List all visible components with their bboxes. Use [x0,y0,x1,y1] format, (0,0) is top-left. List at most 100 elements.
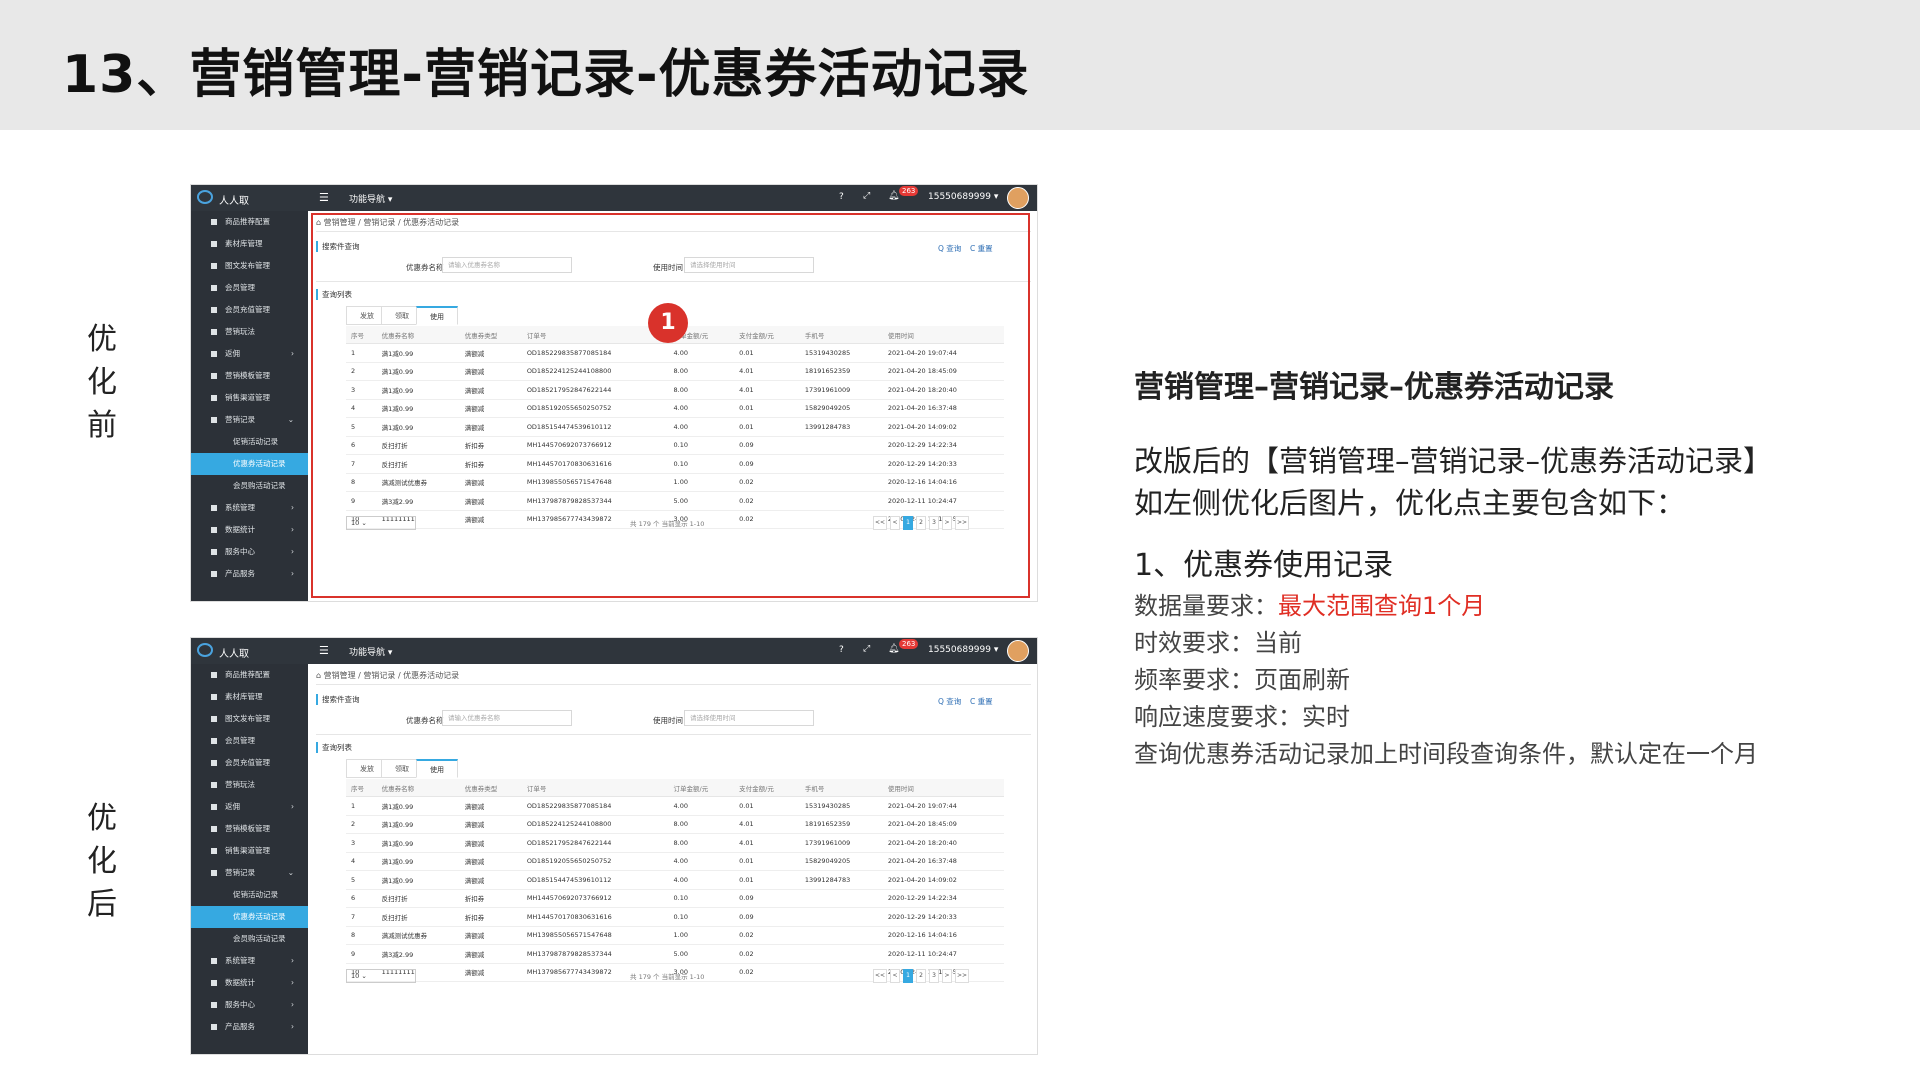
table-cell: 18191652359 [799,815,883,834]
slide-title: 13、营销管理-营销记录-优惠券活动记录 [62,45,1030,105]
sidebar-item-label: 返佣 [225,802,240,811]
bell-icon[interactable]: 🔔︎ [888,644,899,654]
page-button[interactable]: > [942,969,952,983]
sidebar: 商品推荐配置素材库管理图文发布管理 会员管理 会员充值管理营销玩法返佣 › 营销模板管理… [191,211,308,601]
user-menu[interactable]: 15550689999 ▾ [928,192,998,202]
sidebar-subitem[interactable]: 促销活动记录 [191,884,308,906]
sidebar-item[interactable]: 营销模板管理 [191,818,308,840]
sidebar-item[interactable]: 素材库管理 [191,233,308,255]
page-button[interactable]: < [890,969,900,983]
table-cell: 4.01 [734,815,800,834]
table-cell: 2 [346,815,377,834]
table-row: 3 满1减0.99 满额减 OD185217952847622144 8.00 4.01 1… [346,833,1004,853]
sidebar-item-label: 营销玩法 [225,327,255,336]
sidebar-item-label: 素材库管理 [225,239,263,248]
sidebar-item[interactable]: 素材库管理 [191,686,308,708]
page-button[interactable]: >> [955,969,969,983]
function-nav-menu[interactable]: 功能导航 ▾ [349,192,392,205]
menu-item-icon [211,417,217,423]
table-cell: 0.09 [734,889,800,908]
reset-button[interactable]: C 重置 [970,696,993,707]
table-cell: 满3减2.99 [376,944,460,964]
sidebar-item[interactable]: 营销记录 ⌄ [191,409,308,431]
sidebar-item[interactable]: 系统管理 › [191,950,308,972]
slide-header: 13、营销管理-营销记录-优惠券活动记录 [0,0,1920,130]
sidebar-item[interactable]: 数据统计 › [191,972,308,994]
table-cell [799,889,883,908]
sidebar-subitem[interactable]: 优惠券活动记录 [191,906,308,928]
sidebar-item[interactable]: 会员管理 [191,277,308,299]
menu-toggle-icon[interactable]: ☰ [319,644,329,657]
table-cell: 4 [346,852,377,871]
sidebar-item[interactable]: 图文发布管理 [191,708,308,730]
sidebar-subitem[interactable]: 会员购活动记录 [191,928,308,950]
sidebar-item[interactable]: 产品服务 › [191,563,308,585]
sidebar-item[interactable]: 系统管理 › [191,497,308,519]
chevron-icon: › [291,503,294,512]
tab-use[interactable]: 使用 [416,759,458,778]
chevron-icon: › [291,547,294,556]
sidebar-item[interactable]: 营销记录 ⌄ [191,862,308,884]
sidebar-item[interactable]: 服务中心 › [191,994,308,1016]
sidebar-subitem[interactable]: 会员购活动记录 [191,475,308,497]
sidebar-item[interactable]: 返佣 › [191,796,308,818]
table-cell: 满额减 [459,870,522,890]
user-menu[interactable]: 15550689999 ▾ [928,645,998,655]
page-size-select[interactable]: 10 ⌄ [346,969,416,983]
menu-item-icon [211,527,217,533]
sidebar-item-label: 营销模板管理 [225,824,270,833]
sidebar-item-label: 销售渠道管理 [225,393,270,402]
sidebar-item-label: 会员管理 [225,736,255,745]
menu-item-icon [211,738,217,744]
sidebar-item[interactable]: 数据统计 › [191,519,308,541]
sidebar-item-label: 数据统计 [225,978,255,987]
menu-toggle-icon[interactable]: ☰ [319,191,329,204]
query-button[interactable]: Q 查询 [938,696,961,707]
table-cell: 0.01 [734,870,800,890]
sidebar-item[interactable]: 会员充值管理 [191,299,308,321]
page-button[interactable]: 1 [903,969,913,983]
chevron-icon: › [291,349,294,358]
chevron-icon: › [291,1000,294,1009]
sidebar-item[interactable]: 营销玩法 [191,774,308,796]
content-area: ⌂ 营销管理 / 营销记录 / 优惠券活动记录 搜索件查询 Q 查询 C 重置 … [308,664,1037,1054]
sidebar-item[interactable]: 服务中心 › [191,541,308,563]
table-cell: 4.00 [668,870,735,890]
function-nav-menu[interactable]: 功能导航 ▾ [349,645,392,658]
chevron-icon: › [291,1022,294,1031]
sidebar-item[interactable]: 营销玩法 [191,321,308,343]
page-button[interactable]: << [873,969,887,983]
sidebar-item[interactable]: 商品推荐配置 [191,664,308,686]
sidebar-item[interactable]: 产品服务 › [191,1016,308,1038]
avatar[interactable] [1007,640,1029,662]
table-cell: 3 [346,833,377,853]
sidebar-item[interactable]: 销售渠道管理 [191,840,308,862]
sidebar-subitem[interactable]: 促销活动记录 [191,431,308,453]
sidebar-item[interactable]: 返佣 › [191,343,308,365]
sidebar-item-label: 销售渠道管理 [225,846,270,855]
sidebar-item[interactable]: 会员充值管理 [191,752,308,774]
notification-badge: 263 [899,639,919,649]
sidebar-item-label: 营销记录 [225,415,255,424]
help-icon[interactable]: ? [839,192,844,202]
coupon-name-input[interactable]: 请输入优惠券名称 [442,710,572,726]
sidebar-subitem[interactable]: 优惠券活动记录 [191,453,308,475]
use-time-picker[interactable]: 请选择使用时间 [684,710,814,726]
sidebar-item[interactable]: 营销模板管理 [191,365,308,387]
sidebar-item[interactable]: 会员管理 [191,730,308,752]
help-icon[interactable]: ? [839,645,844,655]
avatar[interactable] [1007,187,1029,209]
fullscreen-icon[interactable]: ⤢ [863,191,870,201]
table-cell: 4.01 [734,833,800,853]
sidebar-item[interactable]: 图文发布管理 [191,255,308,277]
page-button[interactable]: 2 [916,969,926,983]
sidebar-item[interactable]: 销售渠道管理 [191,387,308,409]
sidebar-item[interactable]: 商品推荐配置 [191,211,308,233]
records-table: 序号 优惠券名称 优惠券类型 订单号 订单金额/元 支付金额/元 手机号 使用时间 1 满1减0… [346,779,1004,982]
after-label: 优 化 后 [87,801,117,922]
bell-icon[interactable]: 🔔︎ [888,191,899,201]
sidebar-item-label: 数据统计 [225,525,255,534]
page-button[interactable]: 3 [929,969,939,983]
fullscreen-icon[interactable]: ⤢ [863,644,870,654]
table-cell: 0.10 [668,907,735,927]
